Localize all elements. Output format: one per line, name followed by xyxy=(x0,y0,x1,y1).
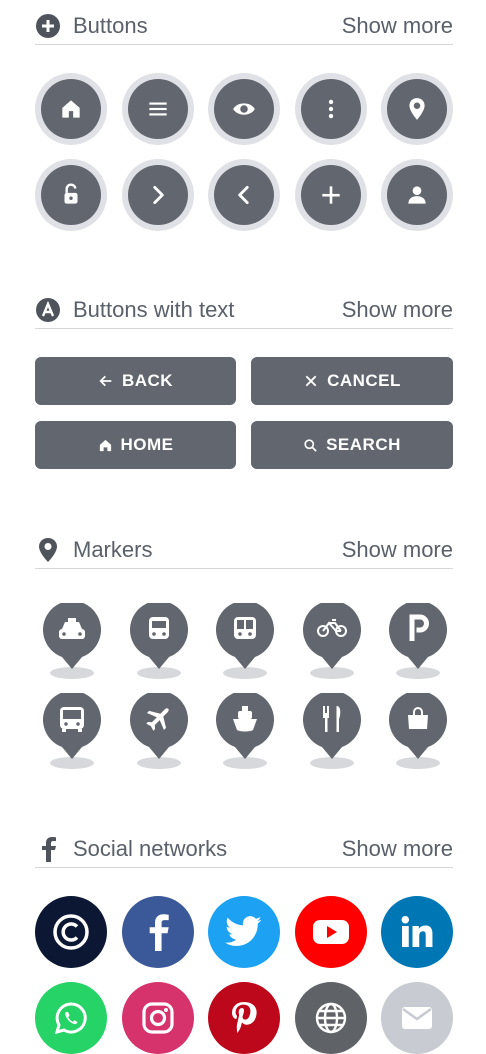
home-button-label: HOME xyxy=(120,435,174,454)
buttons-section-title: Buttons xyxy=(73,13,148,38)
bus-marker[interactable] xyxy=(41,693,103,771)
search-button-label: SEARCH xyxy=(326,435,401,454)
whatsapp-icon xyxy=(54,1002,87,1035)
social-section-title: Social networks xyxy=(73,836,228,861)
instagram-button[interactable] xyxy=(121,982,194,1054)
buttons-text-section: Buttons with text Show more BACK CANCEL … xyxy=(35,292,453,469)
restaurant-marker[interactable] xyxy=(301,693,363,771)
social-show-more-link[interactable]: Show more xyxy=(342,836,453,862)
buttons-show-more-link[interactable]: Show more xyxy=(342,13,453,39)
text-button-grid: BACK CANCEL HOME SEARCH xyxy=(35,357,453,469)
menu-button[interactable] xyxy=(121,73,194,145)
buttons-text-section-header: Buttons with text Show more xyxy=(35,292,453,329)
user-icon xyxy=(408,186,426,204)
buttons-text-show-more-link[interactable]: Show more xyxy=(342,297,453,323)
bus-stop-marker[interactable] xyxy=(214,603,276,681)
facebook-icon xyxy=(149,914,169,951)
social-section: Social networks Show more xyxy=(35,831,453,1054)
home-text-button[interactable]: HOME xyxy=(35,421,236,469)
home-icon xyxy=(62,100,80,118)
train-icon xyxy=(148,617,169,639)
home-button[interactable] xyxy=(35,73,107,145)
more-options-button[interactable] xyxy=(294,73,367,145)
facebook-button[interactable] xyxy=(121,896,194,968)
parking-marker[interactable] xyxy=(387,603,449,681)
location-pin-icon xyxy=(409,98,425,120)
globe-icon xyxy=(315,1002,346,1034)
instagram-icon xyxy=(141,1002,174,1034)
copyright-social-button[interactable] xyxy=(35,896,107,968)
menu-icon xyxy=(148,102,167,116)
buttons-section: Buttons Show more xyxy=(35,8,453,231)
location-button[interactable] xyxy=(381,73,453,145)
unlock-icon xyxy=(64,183,78,204)
chevron-left-icon xyxy=(238,186,249,204)
linkedin-button[interactable] xyxy=(381,896,453,968)
marker-grid xyxy=(41,603,453,771)
social-section-header: Social networks Show more xyxy=(35,831,453,868)
cancel-button-label: CANCEL xyxy=(327,371,401,390)
whatsapp-button[interactable] xyxy=(35,982,107,1054)
next-button[interactable] xyxy=(121,159,194,231)
social-button-grid xyxy=(35,896,453,1054)
letter-a-circle-icon xyxy=(35,297,61,323)
markers-section-title: Markers xyxy=(73,537,153,562)
buttons-text-section-title: Buttons with text xyxy=(73,297,235,322)
bicycle-marker[interactable] xyxy=(301,603,363,681)
search-button[interactable]: SEARCH xyxy=(251,421,453,469)
bus-front-icon xyxy=(234,617,256,639)
view-button[interactable] xyxy=(208,73,280,145)
plus-icon xyxy=(321,186,340,204)
email-icon xyxy=(402,1007,432,1029)
airport-marker[interactable] xyxy=(128,693,190,771)
previous-button[interactable] xyxy=(208,159,280,231)
train-marker[interactable] xyxy=(128,603,190,681)
twitter-button[interactable] xyxy=(208,896,280,968)
chevron-right-icon xyxy=(152,186,164,204)
unlock-button[interactable] xyxy=(35,159,107,231)
more-vertical-icon xyxy=(328,99,333,119)
search-icon xyxy=(304,438,317,452)
email-button[interactable] xyxy=(381,982,453,1054)
website-button[interactable] xyxy=(294,982,367,1054)
close-icon xyxy=(305,375,317,387)
buttons-section-header: Buttons Show more xyxy=(35,8,453,45)
back-button[interactable]: BACK xyxy=(35,357,236,405)
markers-show-more-link[interactable]: Show more xyxy=(342,537,453,563)
cancel-button[interactable]: CANCEL xyxy=(251,357,453,405)
youtube-button[interactable] xyxy=(294,896,367,968)
pinterest-icon xyxy=(232,1002,257,1033)
markers-section: Markers Show more xyxy=(35,532,453,771)
home-icon xyxy=(99,439,111,451)
bus-icon xyxy=(60,707,84,732)
linkedin-icon xyxy=(401,915,433,947)
location-pin-icon xyxy=(35,537,61,563)
copyright-icon xyxy=(53,914,89,950)
ferry-marker[interactable] xyxy=(214,693,276,771)
user-button[interactable] xyxy=(381,159,453,231)
pinterest-button[interactable] xyxy=(208,982,280,1054)
arrow-left-icon xyxy=(99,375,112,387)
facebook-f-icon xyxy=(35,836,61,862)
shopping-marker[interactable] xyxy=(387,693,449,771)
taxi-marker[interactable] xyxy=(41,603,103,681)
add-button[interactable] xyxy=(294,159,367,231)
youtube-icon xyxy=(312,920,349,944)
twitter-icon xyxy=(225,916,262,946)
icon-button-grid xyxy=(35,73,453,231)
markers-section-header: Markers Show more xyxy=(35,532,453,569)
back-button-label: BACK xyxy=(121,371,174,390)
plus-circle-icon xyxy=(35,13,61,39)
eye-icon xyxy=(233,103,255,115)
